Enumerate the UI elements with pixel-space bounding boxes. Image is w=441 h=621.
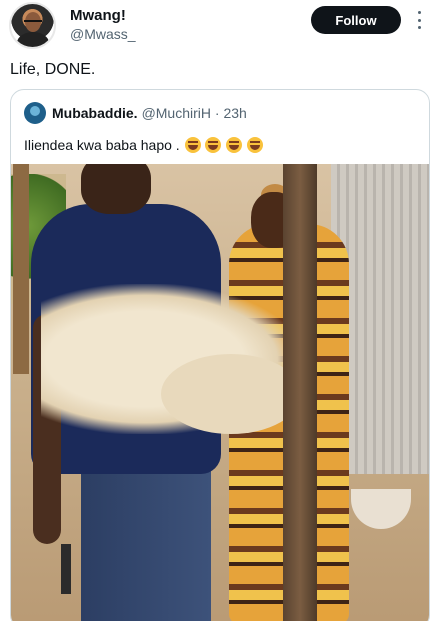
quoted-text-row: Iliendea kwa baba hapo . [24, 135, 264, 155]
quoted-text: Iliendea kwa baba hapo . [24, 137, 180, 153]
left-post [13, 164, 29, 374]
follow-button[interactable]: Follow [311, 6, 401, 34]
author-handle[interactable]: @Mwass_ [70, 25, 136, 43]
tweet-header: Mwang! @Mwass_ Follow [0, 0, 441, 50]
white-bowl [351, 489, 411, 529]
author-display-name[interactable]: Mwang! [70, 7, 136, 25]
quoted-handle[interactable]: @MuchiriH [142, 105, 211, 121]
quoted-media-video[interactable] [11, 164, 429, 621]
quoted-tweet[interactable]: Mubabaddie. @MuchiriH · 23h Iliendea kwa… [10, 89, 430, 621]
more-options-icon[interactable] [412, 8, 426, 32]
wooden-post [283, 164, 317, 621]
quoted-avatar[interactable] [24, 102, 46, 124]
quoted-header: Mubabaddie. @MuchiriH · 23h [24, 102, 247, 124]
author-avatar[interactable] [9, 2, 56, 49]
quoted-time[interactable]: 23h [223, 105, 246, 121]
laughing-emoji-icon [184, 137, 201, 153]
man-legs [81, 464, 211, 621]
laughing-emoji-icon [226, 137, 243, 153]
laughing-emoji-icon [247, 137, 264, 153]
bird-wing [161, 354, 301, 434]
knife [61, 544, 71, 594]
quoted-display-name[interactable]: Mubabaddie. [52, 105, 138, 121]
laughing-emoji-icon [205, 137, 222, 153]
tweet-text: Life, DONE. [10, 61, 96, 78]
author-info[interactable]: Mwang! @Mwass_ [70, 7, 136, 43]
quoted-separator: · [211, 105, 224, 121]
man-head [81, 164, 151, 214]
